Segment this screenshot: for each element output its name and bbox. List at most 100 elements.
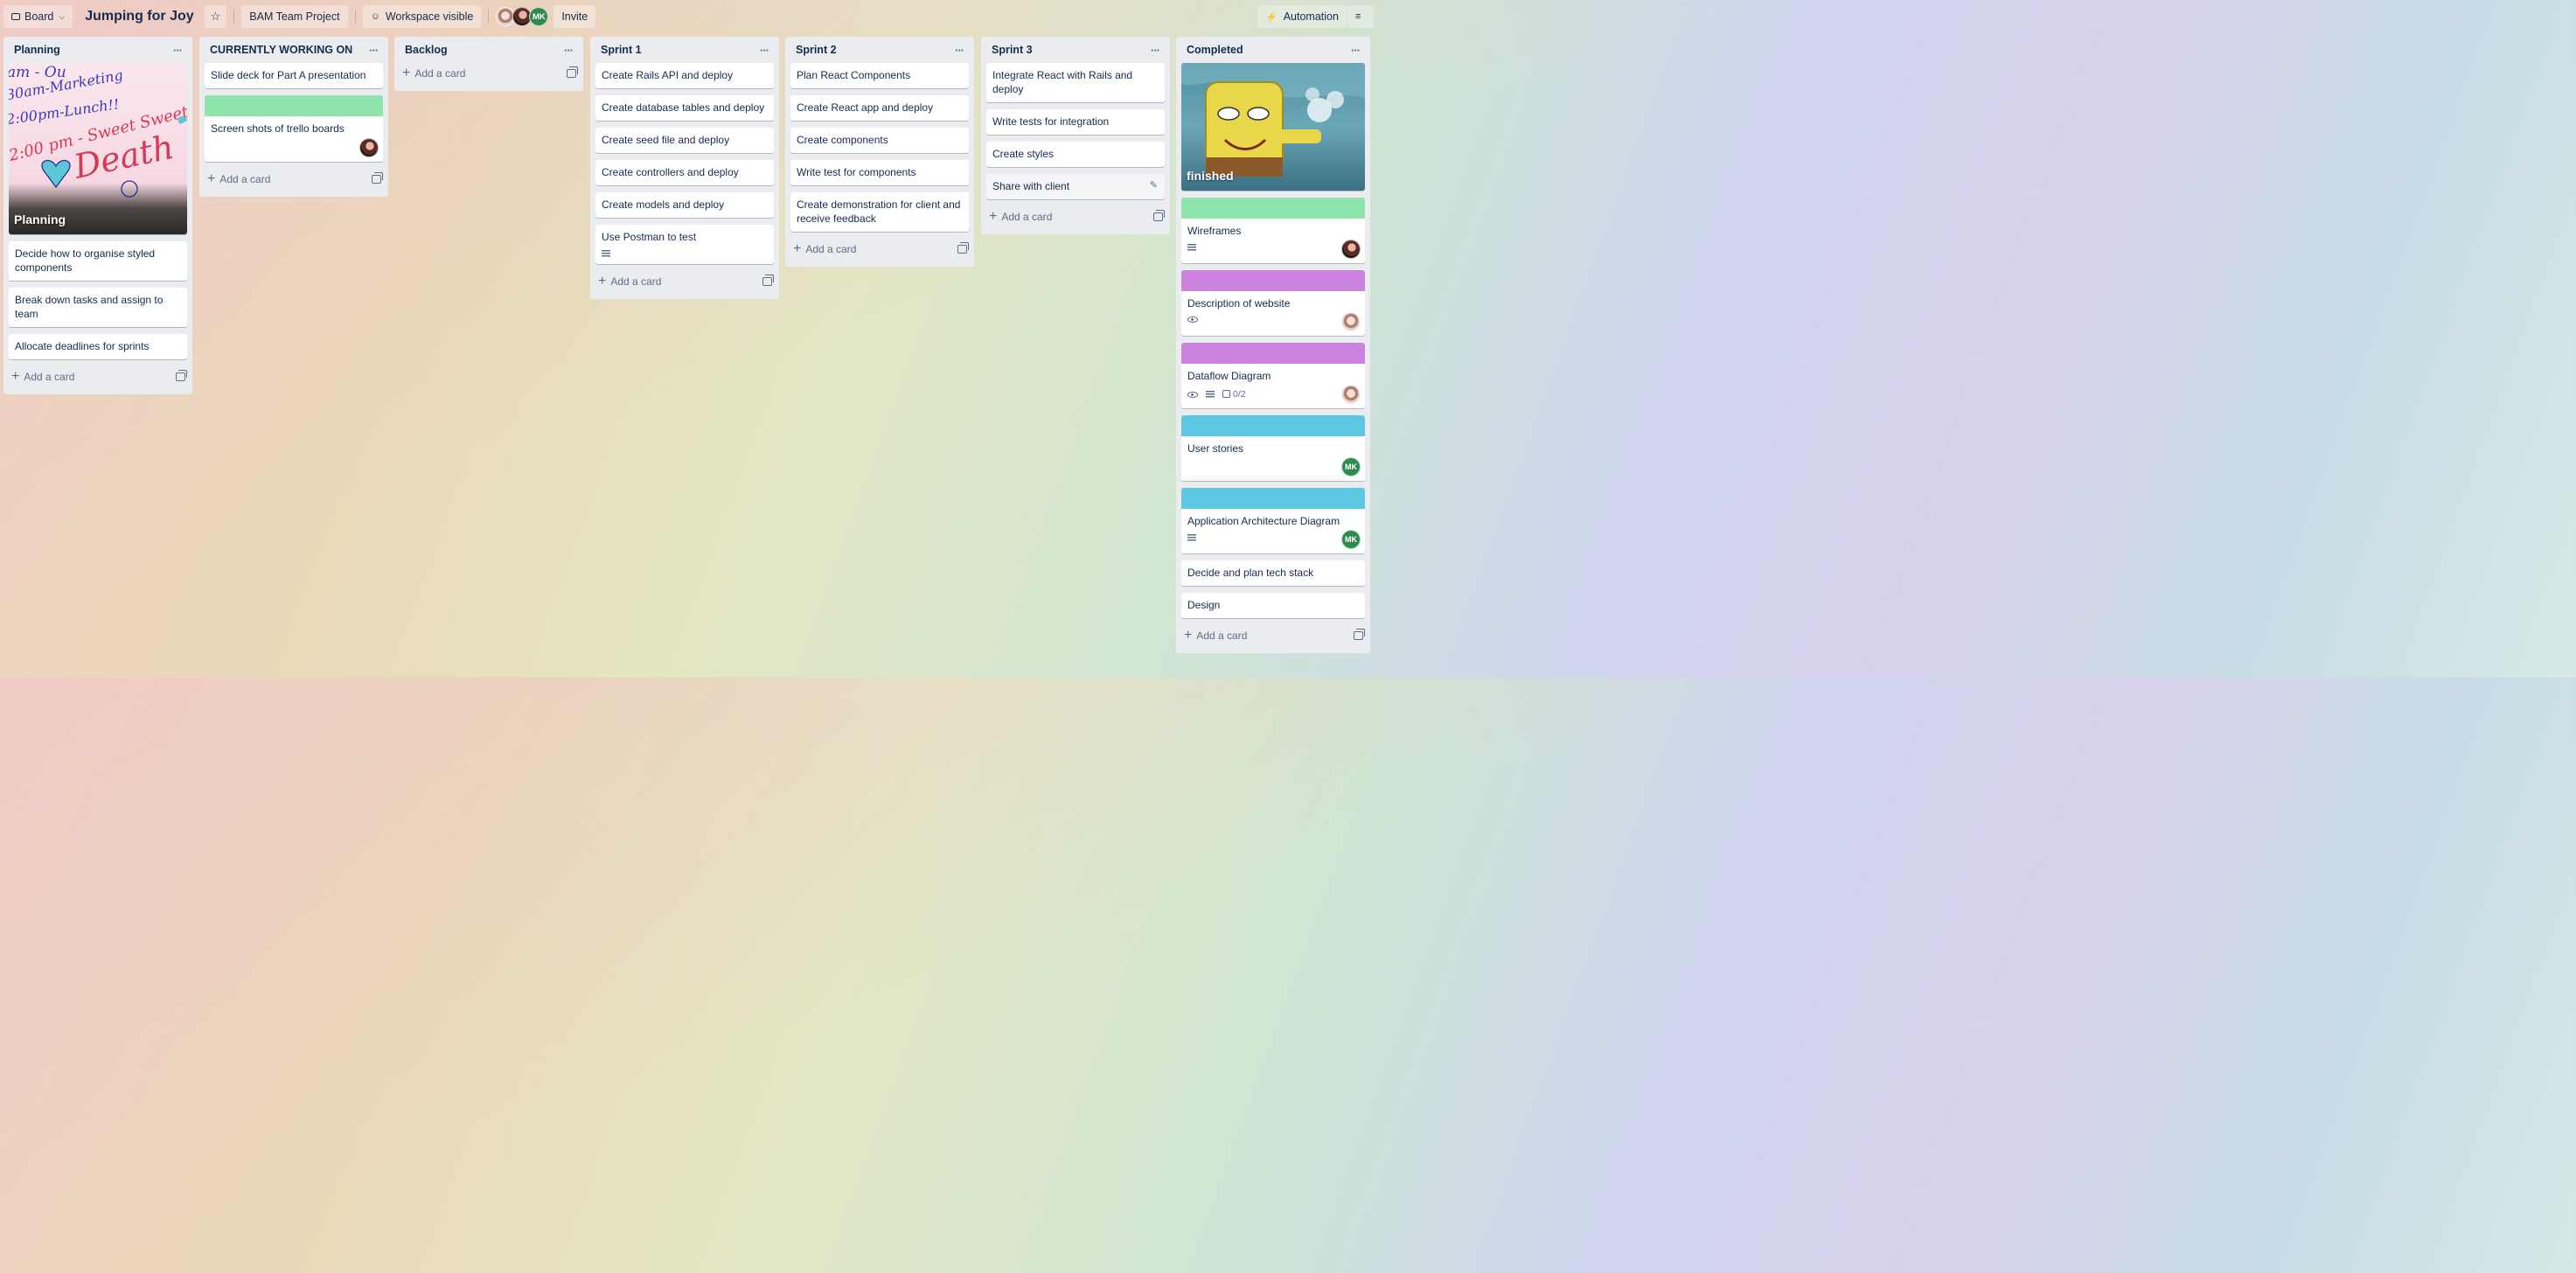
card[interactable]: Create React app and deploy bbox=[790, 95, 969, 121]
card[interactable]: Screen shots of trello boards bbox=[205, 95, 383, 162]
list-menu-icon[interactable]: ··· bbox=[1351, 44, 1361, 57]
card-template-icon[interactable] bbox=[762, 275, 774, 286]
card[interactable]: Integrate React with Rails and deploy bbox=[986, 63, 1165, 102]
card-title: Plan React Components bbox=[797, 69, 911, 81]
visibility-button[interactable]: ☺ Workspace visible bbox=[362, 5, 482, 28]
card[interactable]: Create demonstration for client and rece… bbox=[790, 192, 969, 232]
card-title: Use Postman to test bbox=[602, 231, 697, 243]
card-cover-image: am - Ou 30am-Marketing 2:00pm-Lunch!! 2:… bbox=[9, 63, 187, 234]
workspace-button[interactable]: BAM Team Project bbox=[241, 5, 348, 28]
card-planning-cover[interactable]: am - Ou 30am-Marketing 2:00pm-Lunch!! 2:… bbox=[9, 63, 187, 234]
list-title[interactable]: Planning bbox=[14, 44, 60, 56]
card[interactable]: Create Rails API and deploy bbox=[595, 63, 774, 88]
add-card-button[interactable]: + Add a card bbox=[394, 63, 583, 84]
card[interactable]: Write tests for integration bbox=[986, 109, 1165, 135]
card[interactable]: Create components bbox=[790, 128, 969, 153]
member-avatar[interactable] bbox=[1341, 385, 1361, 404]
card-title: Share with client bbox=[992, 180, 1070, 192]
card[interactable]: Create seed file and deploy bbox=[595, 128, 774, 153]
automation-button[interactable]: ⚡ Automation bbox=[1257, 5, 1347, 28]
star-icon: ☆ bbox=[210, 10, 221, 23]
member-avatar[interactable]: MK bbox=[1341, 530, 1361, 549]
add-card-button[interactable]: + Add a card bbox=[590, 271, 779, 292]
view-switcher-button[interactable]: Board ⌵ bbox=[3, 5, 73, 28]
card-template-icon[interactable] bbox=[176, 370, 187, 381]
card[interactable]: Wireframes bbox=[1181, 198, 1365, 263]
list-title[interactable]: Sprint 1 bbox=[601, 44, 642, 56]
member-avatar[interactable] bbox=[1341, 312, 1361, 331]
card-hovered[interactable]: Share with client ✎ bbox=[986, 174, 1165, 199]
card[interactable]: Use Postman to test bbox=[595, 225, 774, 264]
star-button[interactable]: ☆ bbox=[204, 5, 227, 28]
card-completed-cover[interactable]: finished bbox=[1181, 63, 1365, 191]
card[interactable]: Decide how to organise styled components bbox=[9, 241, 187, 281]
list-title[interactable]: Sprint 3 bbox=[992, 44, 1033, 56]
add-card-button[interactable]: + Add a card bbox=[981, 206, 1170, 227]
card[interactable]: Plan React Components bbox=[790, 63, 969, 88]
card-title: Design bbox=[1187, 599, 1221, 611]
card-title: Dataflow Diagram bbox=[1187, 370, 1271, 382]
card-template-icon[interactable] bbox=[1354, 629, 1365, 640]
list-menu-icon[interactable]: ··· bbox=[564, 44, 574, 57]
card[interactable]: Design bbox=[1181, 593, 1365, 618]
list-title[interactable]: Backlog bbox=[405, 44, 448, 56]
member-avatar[interactable] bbox=[1341, 240, 1361, 259]
card[interactable]: Create models and deploy bbox=[595, 192, 774, 218]
card-template-icon[interactable] bbox=[1153, 210, 1165, 221]
automation-label: Automation bbox=[1283, 10, 1339, 23]
card-title: Integrate React with Rails and deploy bbox=[992, 69, 1133, 95]
member-avatar[interactable]: MK bbox=[529, 7, 549, 26]
card[interactable]: Create database tables and deploy bbox=[595, 95, 774, 121]
card-cover-image: finished bbox=[1181, 63, 1365, 191]
edit-pencil-icon[interactable]: ✎ bbox=[1150, 179, 1158, 191]
member-avatar[interactable] bbox=[359, 138, 379, 157]
board-title[interactable]: Jumping for Joy bbox=[85, 9, 193, 24]
card[interactable]: Application Architecture Diagram MK bbox=[1181, 488, 1365, 553]
checklist-icon bbox=[1222, 390, 1230, 398]
list-title[interactable]: Completed bbox=[1187, 44, 1243, 56]
add-card-button[interactable]: + Add a card bbox=[1176, 625, 1370, 646]
card[interactable]: Break down tasks and assign to team bbox=[9, 288, 187, 327]
card-template-icon[interactable] bbox=[372, 172, 383, 184]
list-menu-icon[interactable]: ··· bbox=[955, 44, 964, 57]
card[interactable]: Write test for components bbox=[790, 160, 969, 185]
card[interactable]: Create controllers and deploy bbox=[595, 160, 774, 185]
card-title: Wireframes bbox=[1187, 225, 1242, 237]
skull-doodle bbox=[121, 180, 138, 198]
card[interactable]: Slide deck for Part A presentation bbox=[205, 63, 383, 88]
add-card-button[interactable]: + Add a card bbox=[785, 239, 974, 260]
divider bbox=[354, 10, 356, 24]
list-menu-icon[interactable]: ··· bbox=[760, 44, 769, 57]
plus-icon: + bbox=[1184, 628, 1193, 643]
card[interactable]: Create styles bbox=[986, 142, 1165, 167]
list-menu-icon[interactable]: ··· bbox=[173, 44, 183, 57]
card[interactable]: Decide and plan tech stack bbox=[1181, 560, 1365, 586]
list-title[interactable]: Sprint 2 bbox=[796, 44, 837, 56]
add-card-button[interactable]: + Add a card bbox=[3, 366, 192, 387]
invite-button[interactable]: Invite bbox=[553, 5, 596, 28]
card[interactable]: Description of website bbox=[1181, 270, 1365, 336]
description-icon bbox=[1187, 244, 1196, 251]
card-template-icon[interactable] bbox=[957, 242, 969, 254]
member-avatar[interactable]: MK bbox=[1341, 457, 1361, 477]
card-title: Create styles bbox=[992, 148, 1055, 160]
card-title: User stories bbox=[1187, 442, 1244, 455]
card-template-icon[interactable] bbox=[567, 66, 578, 78]
lightning-icon: ⚡ bbox=[1265, 11, 1278, 23]
description-icon bbox=[1187, 534, 1196, 541]
filter-icon: ≡ bbox=[1355, 11, 1361, 22]
card[interactable]: Dataflow Diagram 0/2 bbox=[1181, 343, 1365, 408]
card[interactable]: Allocate deadlines for sprints bbox=[9, 334, 187, 359]
list-title[interactable]: CURRENTLY WORKING ON bbox=[210, 44, 352, 56]
plus-icon: + bbox=[989, 209, 998, 224]
filter-menu-button[interactable]: ≡ bbox=[1347, 5, 1374, 28]
card[interactable]: User stories MK bbox=[1181, 415, 1365, 481]
list-menu-icon[interactable]: ··· bbox=[369, 44, 379, 57]
list-sprint-2: Sprint 2 ··· Plan React Components Creat… bbox=[785, 37, 974, 267]
list-sprint-3: Sprint 3 ··· Integrate React with Rails … bbox=[981, 37, 1170, 234]
card-title: Create database tables and deploy bbox=[602, 101, 765, 114]
board-members: MK bbox=[496, 7, 549, 26]
add-card-button[interactable]: + Add a card bbox=[199, 169, 388, 190]
list-menu-icon[interactable]: ··· bbox=[1151, 44, 1160, 57]
card-cover-title: finished bbox=[1187, 169, 1234, 183]
